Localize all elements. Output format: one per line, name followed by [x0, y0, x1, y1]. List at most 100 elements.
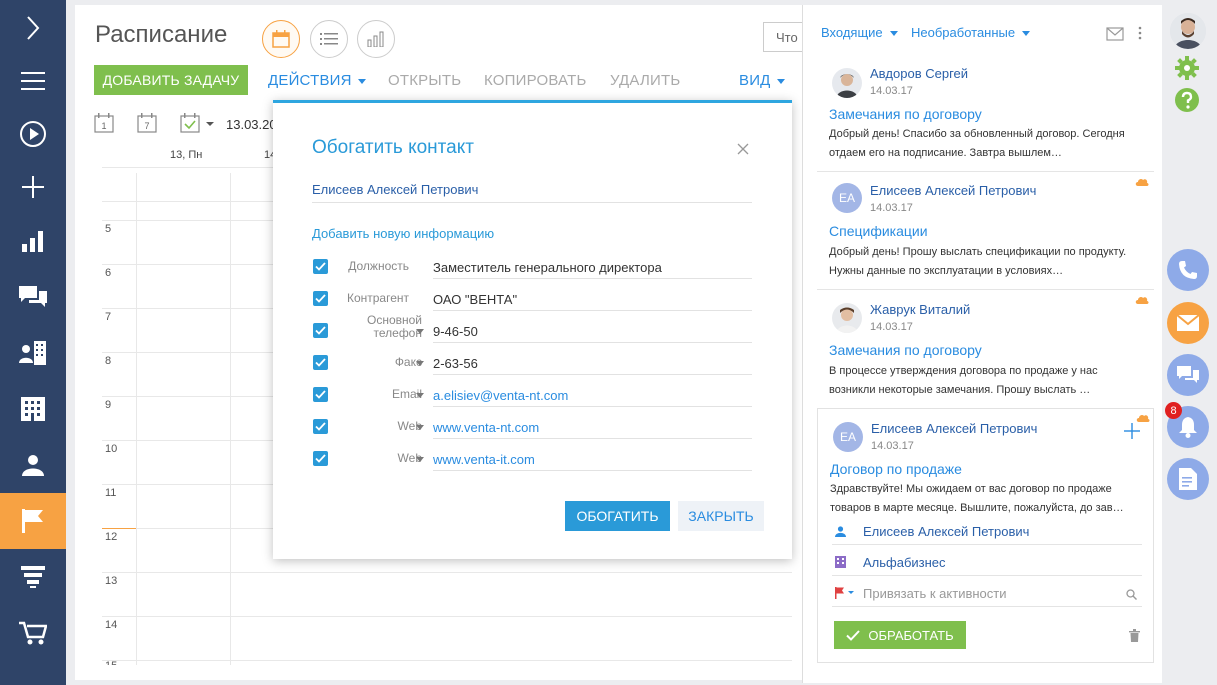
type-dropdown-icon[interactable]: [416, 329, 424, 334]
web-2-checkbox[interactable]: [313, 451, 328, 466]
add-task-button[interactable]: ДОБАВИТЬ ЗАДАЧУ: [94, 65, 248, 95]
dialog-title: Обогатить контакт: [312, 137, 474, 158]
linked-account[interactable]: Альфабизнес: [863, 555, 946, 570]
linked-contact-row[interactable]: Елисеев Алексей Петрович: [832, 518, 1142, 545]
email-button[interactable]: [1167, 302, 1209, 344]
field-value[interactable]: a.elisiev@venta-nt.com: [433, 384, 752, 407]
close-button[interactable]: ЗАКРЫТЬ: [678, 501, 764, 531]
expand-nav-button[interactable]: [0, 0, 66, 56]
list-view-button[interactable]: [310, 20, 348, 58]
field-value[interactable]: www.venta-it.com: [433, 448, 752, 471]
phone-button[interactable]: [1167, 249, 1209, 291]
sender-name[interactable]: Елисеев Алексей Петрович: [870, 183, 1036, 198]
sender-name[interactable]: Жаврук Виталий: [870, 302, 970, 317]
start-button[interactable]: [0, 106, 66, 162]
analytics-view-button[interactable]: [357, 20, 395, 58]
check-icon: [315, 326, 326, 335]
accounts-button[interactable]: [0, 381, 66, 437]
linked-contact[interactable]: Елисеев Алексей Петрович: [863, 524, 1029, 539]
add-new-info-label: Добавить новую информацию: [312, 226, 495, 241]
feed-button[interactable]: [1167, 458, 1209, 500]
phone-checkbox[interactable]: [313, 323, 328, 338]
plus-icon: [1124, 423, 1140, 439]
field-row-web-1: Web www.venta-nt.com: [273, 416, 792, 448]
more-options-button[interactable]: [1138, 26, 1142, 40]
svg-text:7: 7: [144, 121, 149, 131]
field-value[interactable]: ОАО "ВЕНТА": [433, 288, 752, 311]
email-card[interactable]: Авдоров Сергей 14.03.17 Замечания по дог…: [817, 55, 1154, 165]
inbox-filter[interactable]: Входящие: [821, 25, 898, 40]
linked-account-row[interactable]: Альфабизнес: [832, 549, 1142, 576]
email-subject[interactable]: Договор по продаже: [830, 461, 962, 477]
sender-name[interactable]: Елисеев Алексей Петрович: [871, 421, 1037, 436]
check-icon: [315, 262, 326, 271]
email-card[interactable]: Жаврук Виталий 14.03.17 Замечания по дог…: [817, 293, 1154, 405]
view-menu[interactable]: ВИД: [739, 72, 785, 89]
menu-button[interactable]: [0, 53, 66, 109]
field-value[interactable]: www.venta-nt.com: [433, 416, 752, 439]
orders-button[interactable]: [0, 605, 66, 661]
process-button[interactable]: ОБРАБОТАТЬ: [834, 621, 966, 649]
email-subject[interactable]: Замечания по договору: [829, 106, 982, 122]
day-view-button[interactable]: 1: [94, 113, 114, 133]
field-row-position: Должность Заместитель генерального дирек…: [273, 256, 792, 288]
type-dropdown-icon[interactable]: [416, 361, 424, 366]
caret-down-icon: [357, 78, 366, 84]
sender-name[interactable]: Авдоров Сергей: [870, 66, 968, 81]
copy-button[interactable]: КОПИРОВАТЬ: [484, 72, 587, 89]
email-checkbox[interactable]: [313, 387, 328, 402]
email-subject[interactable]: Замечания по договору: [829, 342, 982, 358]
calendar-view-button[interactable]: [262, 20, 300, 58]
search-icon[interactable]: [1126, 589, 1137, 600]
contact-name-field[interactable]: Елисеев Алексей Петрович: [312, 182, 752, 203]
day-header: 13, Пн: [170, 149, 203, 161]
type-dropdown-icon[interactable]: [416, 393, 424, 398]
chevron-right-icon: [27, 16, 40, 40]
email-preview: В процессе утверждения договора по прода…: [829, 365, 1098, 396]
caret-down-icon: [1022, 31, 1031, 37]
feed-button[interactable]: [0, 269, 66, 325]
email-card-expanded[interactable]: ЕА Елисеев Алексей Петрович 14.03.17 Дог…: [817, 408, 1154, 663]
field-value[interactable]: Заместитель генерального директора: [433, 256, 752, 279]
contacts-button[interactable]: [0, 437, 66, 493]
hour-label: 12: [105, 531, 118, 543]
actions-menu[interactable]: ДЕЙСТВИЯ: [268, 72, 366, 89]
type-dropdown-icon[interactable]: [416, 457, 424, 462]
link-activity-input[interactable]: Привязать к активности: [863, 586, 1007, 601]
week-view-button[interactable]: 7: [137, 113, 157, 133]
delete-button[interactable]: УДАЛИТЬ: [610, 72, 680, 89]
bar-chart-icon: [367, 31, 384, 47]
link-activity-row[interactable]: Привязать к активности: [832, 580, 1142, 607]
web-1-checkbox[interactable]: [313, 419, 328, 434]
add-button[interactable]: [1124, 423, 1140, 439]
dashboards-button[interactable]: [0, 213, 66, 269]
field-value[interactable]: 9-46-50: [433, 320, 752, 343]
type-dropdown-icon[interactable]: [416, 425, 424, 430]
position-checkbox[interactable]: [313, 259, 328, 274]
settings-button[interactable]: [1175, 56, 1199, 80]
email-subject[interactable]: Спецификации: [829, 223, 928, 239]
contacts-accounts-button[interactable]: [0, 325, 66, 381]
chat-button[interactable]: [1167, 354, 1209, 396]
fax-checkbox[interactable]: [313, 355, 328, 370]
envelope-icon: [1106, 27, 1124, 41]
activities-button[interactable]: [0, 493, 66, 549]
date-picker-button[interactable]: [180, 113, 214, 133]
email-card[interactable]: ЕА Елисеев Алексей Петрович 14.03.17 Спе…: [817, 175, 1154, 287]
field-value[interactable]: 2-63-56: [433, 352, 752, 375]
cloud-icon: [1135, 295, 1149, 304]
field-label: Должность: [348, 259, 409, 273]
status-filter[interactable]: Необработанные: [911, 25, 1031, 40]
person-icon: [835, 526, 846, 537]
account-checkbox[interactable]: [313, 291, 328, 306]
open-button[interactable]: ОТКРЫТЬ: [388, 72, 461, 89]
create-button[interactable]: [0, 159, 66, 215]
delete-button[interactable]: [1129, 629, 1140, 642]
leads-button[interactable]: [0, 549, 66, 605]
hour-label: 9: [105, 399, 112, 411]
enrich-button[interactable]: ОБОГАТИТЬ: [565, 501, 670, 531]
close-dialog-button[interactable]: [737, 143, 749, 155]
compose-email-button[interactable]: [1106, 27, 1124, 41]
help-button[interactable]: [1175, 88, 1199, 112]
user-avatar[interactable]: [1170, 13, 1206, 49]
